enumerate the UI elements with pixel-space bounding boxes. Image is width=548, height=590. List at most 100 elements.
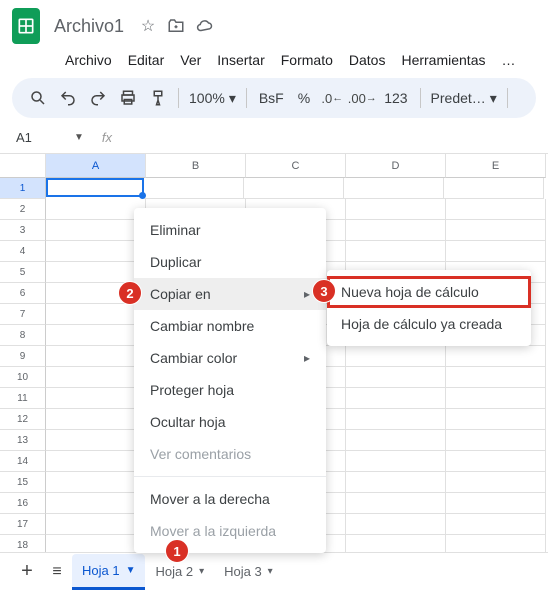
cell[interactable] — [46, 199, 146, 220]
cm-change-color[interactable]: Cambiar color▸ — [134, 342, 326, 374]
cell[interactable] — [46, 346, 146, 367]
tab-dropdown-icon[interactable]: ▾ — [199, 566, 204, 577]
cell[interactable] — [446, 199, 546, 220]
undo-icon[interactable] — [54, 84, 82, 112]
cell[interactable] — [46, 514, 146, 535]
move-icon[interactable] — [166, 16, 186, 36]
cm-rename[interactable]: Cambiar nombre — [134, 310, 326, 342]
cell[interactable] — [244, 178, 344, 199]
cell[interactable] — [46, 430, 146, 451]
cell[interactable] — [144, 178, 244, 199]
col-header-c[interactable]: C — [246, 154, 346, 178]
sheet-tab-1[interactable]: Hoja 1▼ — [72, 554, 145, 590]
percent-format[interactable]: % — [292, 90, 316, 106]
cell[interactable] — [346, 241, 446, 262]
cm-move-right[interactable]: Mover a la derecha — [134, 483, 326, 515]
cell[interactable] — [46, 367, 146, 388]
cm-delete[interactable]: Eliminar — [134, 214, 326, 246]
cell[interactable] — [346, 472, 446, 493]
font-selector[interactable]: Predet…▾ — [427, 90, 501, 107]
decrease-decimal-icon[interactable]: .0← — [318, 84, 346, 112]
star-icon[interactable]: ☆ — [138, 16, 158, 36]
cell[interactable] — [346, 430, 446, 451]
all-sheets-button[interactable]: ≡ — [42, 557, 72, 587]
cell[interactable] — [46, 220, 146, 241]
sub-existing-spreadsheet[interactable]: Hoja de cálculo ya creada — [327, 308, 531, 340]
menu-formato[interactable]: Formato — [274, 48, 340, 72]
row-header[interactable]: 15 — [0, 472, 46, 493]
doc-title[interactable]: Archivo1 — [48, 14, 130, 39]
increase-decimal-icon[interactable]: .00→ — [348, 84, 376, 112]
cloud-icon[interactable] — [194, 16, 214, 36]
cell[interactable] — [446, 409, 546, 430]
row-header[interactable]: 5 — [0, 262, 46, 283]
cell[interactable] — [346, 493, 446, 514]
cell[interactable] — [446, 241, 546, 262]
cell[interactable] — [444, 178, 544, 199]
cell[interactable] — [46, 304, 146, 325]
tab-dropdown-icon[interactable]: ▼ — [126, 565, 136, 576]
cell[interactable] — [446, 451, 546, 472]
cell[interactable] — [446, 430, 546, 451]
cell[interactable] — [46, 262, 146, 283]
cell[interactable] — [446, 472, 546, 493]
row-header[interactable]: 7 — [0, 304, 46, 325]
cm-hide[interactable]: Ocultar hoja — [134, 406, 326, 438]
row-header[interactable]: 8 — [0, 325, 46, 346]
menu-datos[interactable]: Datos — [342, 48, 393, 72]
currency-format[interactable]: BsF — [253, 90, 290, 106]
print-icon[interactable] — [114, 84, 142, 112]
menu-more[interactable]: … — [494, 48, 522, 72]
row-header[interactable]: 16 — [0, 493, 46, 514]
cm-copy-to[interactable]: Copiar en▸ — [134, 278, 326, 310]
cell[interactable] — [346, 346, 446, 367]
col-header-e[interactable]: E — [446, 154, 546, 178]
row-header[interactable]: 13 — [0, 430, 46, 451]
row-header[interactable]: 2 — [0, 199, 46, 220]
menu-herramientas[interactable]: Herramientas — [394, 48, 492, 72]
col-header-d[interactable]: D — [346, 154, 446, 178]
redo-icon[interactable] — [84, 84, 112, 112]
menu-ver[interactable]: Ver — [173, 48, 208, 72]
cell[interactable] — [446, 493, 546, 514]
cell[interactable] — [46, 178, 144, 197]
row-header[interactable]: 12 — [0, 409, 46, 430]
menu-insertar[interactable]: Insertar — [210, 48, 271, 72]
search-icon[interactable] — [24, 84, 52, 112]
col-header-b[interactable]: B — [146, 154, 246, 178]
more-formats[interactable]: 123 — [378, 90, 413, 106]
row-header[interactable]: 1 — [0, 178, 46, 199]
row-header[interactable]: 10 — [0, 367, 46, 388]
select-all-corner[interactable] — [0, 154, 46, 178]
cell[interactable] — [446, 346, 546, 367]
menu-archivo[interactable]: Archivo — [58, 48, 119, 72]
cell[interactable] — [344, 178, 444, 199]
cell[interactable] — [446, 514, 546, 535]
row-header[interactable]: 17 — [0, 514, 46, 535]
row-header[interactable]: 6 — [0, 283, 46, 304]
row-header[interactable]: 14 — [0, 451, 46, 472]
cm-protect[interactable]: Proteger hoja — [134, 374, 326, 406]
cell[interactable] — [46, 451, 146, 472]
zoom-selector[interactable]: 100%▾ — [185, 90, 240, 107]
cell[interactable] — [346, 388, 446, 409]
col-header-a[interactable]: A — [46, 154, 146, 178]
cell[interactable] — [446, 388, 546, 409]
cell[interactable] — [346, 199, 446, 220]
cell[interactable] — [46, 241, 146, 262]
cell[interactable] — [346, 451, 446, 472]
paint-format-icon[interactable] — [144, 84, 172, 112]
sheets-logo[interactable] — [12, 8, 40, 44]
cell[interactable] — [46, 388, 146, 409]
cell[interactable] — [446, 367, 546, 388]
cell[interactable] — [346, 514, 446, 535]
cell[interactable] — [46, 409, 146, 430]
name-box[interactable]: A1 — [12, 130, 62, 145]
cell[interactable] — [346, 220, 446, 241]
name-box-dropdown[interactable]: ▼ — [74, 132, 84, 143]
sub-new-spreadsheet[interactable]: Nueva hoja de cálculo — [327, 276, 531, 308]
cm-duplicate[interactable]: Duplicar — [134, 246, 326, 278]
cell[interactable] — [346, 409, 446, 430]
menu-editar[interactable]: Editar — [121, 48, 172, 72]
row-header[interactable]: 4 — [0, 241, 46, 262]
